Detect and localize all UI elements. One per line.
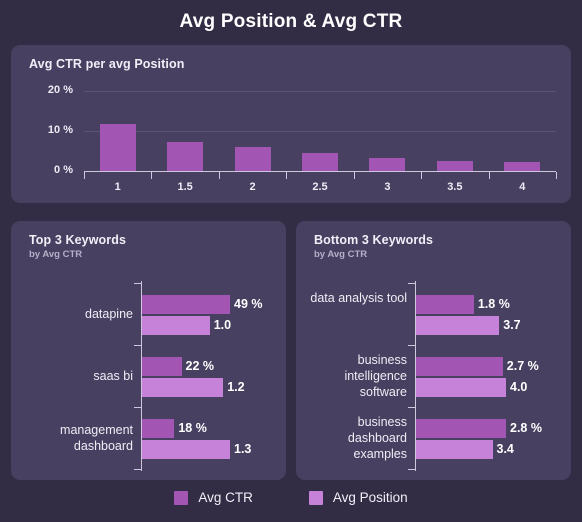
legend-label: Avg CTR <box>198 490 253 505</box>
bar-value-avg-position: 3.7 <box>503 318 521 332</box>
column-bar <box>302 153 338 171</box>
bar-avg-position <box>416 440 493 459</box>
legend-swatch <box>308 490 323 505</box>
category-tick <box>408 345 415 346</box>
category-tick <box>134 407 141 408</box>
column-bar <box>369 157 406 171</box>
category-tick <box>408 407 415 408</box>
x-axis-tick <box>353 172 355 179</box>
panel-subtitle-right: by Avg CTR <box>314 249 368 260</box>
bar-value-avg-position: 1.0 <box>213 318 232 332</box>
x-axis-tick <box>286 172 288 179</box>
page-title: Avg Position & Avg CTR <box>179 11 403 32</box>
y-axis-label: 10 % <box>47 124 73 136</box>
gridline <box>84 91 556 92</box>
x-axis-tick <box>84 172 85 179</box>
category-label: business dashboard examples <box>347 415 407 461</box>
bar-avg-position <box>416 378 506 397</box>
category-tick <box>134 283 141 284</box>
category-tick <box>408 283 415 284</box>
x-axis-tick <box>218 172 220 179</box>
x-axis-label: 2.5 <box>312 181 328 193</box>
category-label: saas bi <box>93 369 133 383</box>
x-axis-tick <box>556 172 557 179</box>
panel-title-right: Bottom 3 Keywords <box>314 233 434 247</box>
legend-item: Avg Position <box>308 490 408 505</box>
bar-avg-ctr <box>142 357 182 376</box>
category-tick <box>134 469 141 470</box>
bar-avg-ctr <box>142 419 175 438</box>
panel-avg-ctr-per-avg-position: Avg CTR per avg Position 0 % 10 % 20 % 1 1.5… <box>11 45 571 203</box>
legend-swatch <box>174 490 189 505</box>
x-axis-line <box>84 171 556 172</box>
bar-chart-top-3-keywords: datapine 49 % 1.0 saas bi 22 % 1.2 management … <box>11 273 286 478</box>
column-bar <box>504 161 541 171</box>
column-bar <box>436 160 473 171</box>
legend-label: Avg Position <box>332 490 408 505</box>
bar-avg-position <box>416 316 500 335</box>
x-axis-tick <box>421 172 423 179</box>
x-axis-label: 3 <box>384 181 391 193</box>
category-label: data analysis tool <box>310 291 407 305</box>
x-axis-label: 4 <box>519 181 526 193</box>
category-tick <box>134 345 141 346</box>
chart-legend: Avg CTR Avg Position <box>0 490 582 505</box>
x-axis-tick <box>151 172 153 179</box>
column-bar <box>167 141 204 171</box>
x-axis-label: 3.5 <box>447 181 463 193</box>
bar-value-avg-ctr: 18 % <box>178 421 207 435</box>
bar-chart-bottom-3-keywords: data analysis tool 1.8 % 3.7 business intel… <box>296 273 571 478</box>
column-bar <box>234 146 271 171</box>
bar-avg-ctr <box>416 295 474 314</box>
bar-value-avg-ctr: 49 % <box>234 297 263 311</box>
column-chart-avg-ctr: 0 % 10 % 20 % 1 1.5 2 2.5 3 3.5 4 <box>11 45 571 203</box>
panel-title-left: Top 3 Keywords <box>29 233 127 247</box>
legend-item: Avg CTR <box>174 490 253 505</box>
bar-avg-position <box>142 316 210 335</box>
bar-value-avg-position: 1.3 <box>234 442 252 456</box>
category-tick <box>408 469 415 470</box>
bar-value-avg-position: 4.0 <box>510 380 528 394</box>
x-axis-label: 1.5 <box>177 181 193 193</box>
category-label: management dashboard <box>60 423 133 453</box>
panel-subtitle-left: by Avg CTR <box>29 249 83 260</box>
column-bar <box>99 123 136 171</box>
bar-avg-position <box>142 378 224 397</box>
bar-avg-ctr <box>142 295 230 314</box>
x-axis-label: 1 <box>114 181 121 193</box>
bar-avg-ctr <box>416 419 506 438</box>
y-axis-label: 0 % <box>54 164 73 176</box>
panel-bottom-3-keywords: Bottom 3 Keywords by Avg CTR data analys… <box>296 221 571 480</box>
panel-top-3-keywords: Top 3 Keywords by Avg CTR datapine 49 % 1.… <box>11 221 286 480</box>
bar-value-avg-ctr: 2.8 % <box>510 421 542 435</box>
category-label: datapine <box>85 307 133 321</box>
bar-value-avg-ctr: 22 % <box>185 359 215 373</box>
bar-avg-ctr <box>416 357 503 376</box>
bar-avg-position <box>142 440 230 459</box>
category-label: business intelligence software <box>344 353 407 399</box>
bar-value-avg-position: 3.4 <box>496 442 514 456</box>
bar-value-avg-ctr: 2.7 % <box>506 359 539 373</box>
dashboard-root: Avg Position & Avg CTR Avg CTR per avg P… <box>0 0 582 522</box>
gridline <box>84 131 556 132</box>
x-axis-label: 2 <box>249 181 256 193</box>
y-axis-label: 20 % <box>47 84 73 96</box>
bar-value-avg-position: 1.2 <box>227 380 245 394</box>
x-axis-tick <box>488 172 490 179</box>
bar-value-avg-ctr: 1.8 % <box>477 297 510 311</box>
